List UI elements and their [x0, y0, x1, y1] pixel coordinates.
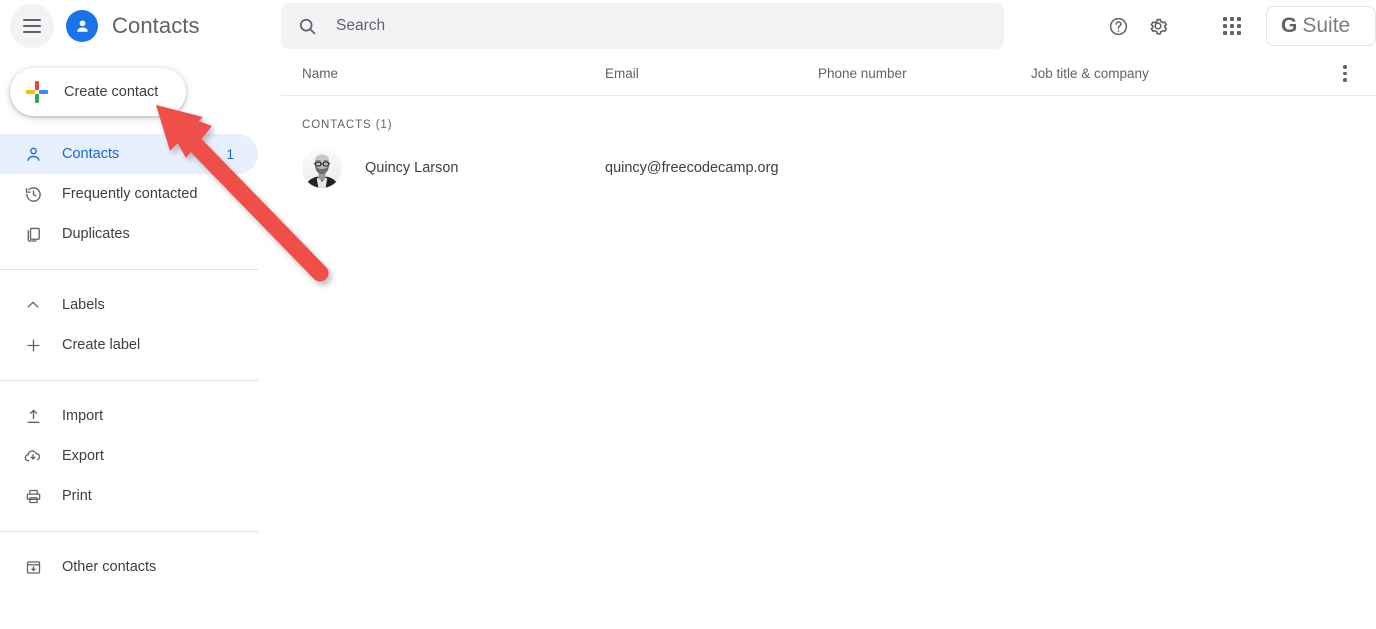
google-plus-icon — [26, 81, 48, 103]
sidebar-item-label: Contacts — [62, 146, 120, 162]
plus-icon — [22, 336, 44, 355]
duplicate-pages-icon — [22, 225, 44, 244]
sidebar-divider — [0, 380, 258, 381]
sidebar-item-export[interactable]: Export — [0, 436, 258, 476]
avatar — [302, 148, 342, 188]
sidebar: Create contact Contacts 1 Frequently con… — [0, 52, 280, 629]
sidebar-item-count: 1 — [226, 146, 234, 162]
person-outline-icon — [22, 145, 44, 164]
top-app-bar: Contacts Search G Suite — [0, 0, 1376, 52]
archive-box-icon — [22, 558, 44, 577]
create-contact-button[interactable]: Create contact — [10, 68, 186, 116]
hamburger-menu-icon — [23, 19, 41, 33]
google-contacts-app: Contacts Search G Suite Create contact C… — [0, 0, 1376, 629]
sidebar-item-contacts[interactable]: Contacts 1 — [0, 134, 258, 174]
apps-grid-icon — [1223, 17, 1241, 35]
chevron-up-icon — [22, 296, 44, 314]
search-input[interactable] — [336, 12, 976, 40]
more-vertical-icon[interactable] — [1332, 61, 1358, 87]
sidebar-item-duplicates[interactable]: Duplicates — [0, 214, 258, 254]
sidebar-item-import[interactable]: Import — [0, 396, 258, 436]
sidebar-divider — [0, 269, 258, 270]
contact-email: quincy@freecodecamp.org — [605, 160, 779, 176]
contacts-table: Name Email Phone number Job title & comp… — [281, 52, 1376, 629]
sidebar-item-create-label[interactable]: Create label — [0, 325, 258, 365]
sidebar-item-label: Frequently contacted — [62, 186, 198, 202]
sidebar-item-label: Print — [62, 488, 92, 504]
page-title: Contacts — [112, 13, 200, 38]
column-header-phone: Phone number — [818, 66, 907, 81]
help-button[interactable] — [1098, 6, 1138, 46]
top-bar-actions: G Suite — [1098, 0, 1376, 52]
brand[interactable]: Contacts — [66, 10, 200, 42]
create-contact-label: Create contact — [64, 84, 159, 100]
history-clock-icon — [22, 185, 44, 204]
sidebar-item-frequently-contacted[interactable]: Frequently contacted — [0, 174, 258, 214]
sidebar-divider — [0, 531, 258, 532]
column-header-email: Email — [605, 66, 639, 81]
sidebar-item-label: Import — [62, 408, 104, 424]
search-bar[interactable] — [281, 3, 1004, 49]
gsuite-label: Suite — [1302, 14, 1351, 37]
printer-icon — [22, 487, 44, 506]
sidebar-item-label: Duplicates — [62, 226, 130, 242]
apps-button[interactable] — [1212, 6, 1252, 46]
search-icon — [297, 16, 318, 37]
sidebar-item-label: Labels — [62, 297, 105, 313]
sidebar-item-print[interactable]: Print — [0, 476, 258, 516]
sidebar-item-label: Create label — [62, 337, 141, 353]
upload-icon — [22, 407, 44, 426]
hamburger-menu-button[interactable] — [10, 4, 54, 48]
sidebar-item-label: Export — [62, 448, 104, 464]
person-avatar-icon — [66, 10, 98, 42]
cloud-download-icon — [22, 446, 44, 466]
sidebar-nav: Contacts 1 Frequently contacted Duplicat… — [0, 134, 280, 587]
table-header-row: Name Email Phone number Job title & comp… — [281, 52, 1376, 96]
contact-name: Quincy Larson — [365, 160, 459, 176]
contacts-section-label: CONTACTS (1) — [302, 119, 393, 131]
settings-button[interactable] — [1138, 6, 1178, 46]
table-row[interactable]: Quincy Larson quincy@freecodecamp.org — [281, 143, 1376, 193]
account-badge[interactable]: G Suite — [1266, 6, 1376, 46]
sidebar-item-labels[interactable]: Labels — [0, 285, 258, 325]
column-header-job-title: Job title & company — [1031, 66, 1149, 81]
column-header-name: Name — [302, 66, 339, 81]
sidebar-item-other-contacts[interactable]: Other contacts — [0, 547, 258, 587]
gsuite-g-letter: G — [1281, 14, 1298, 37]
sidebar-item-label: Other contacts — [62, 559, 157, 575]
